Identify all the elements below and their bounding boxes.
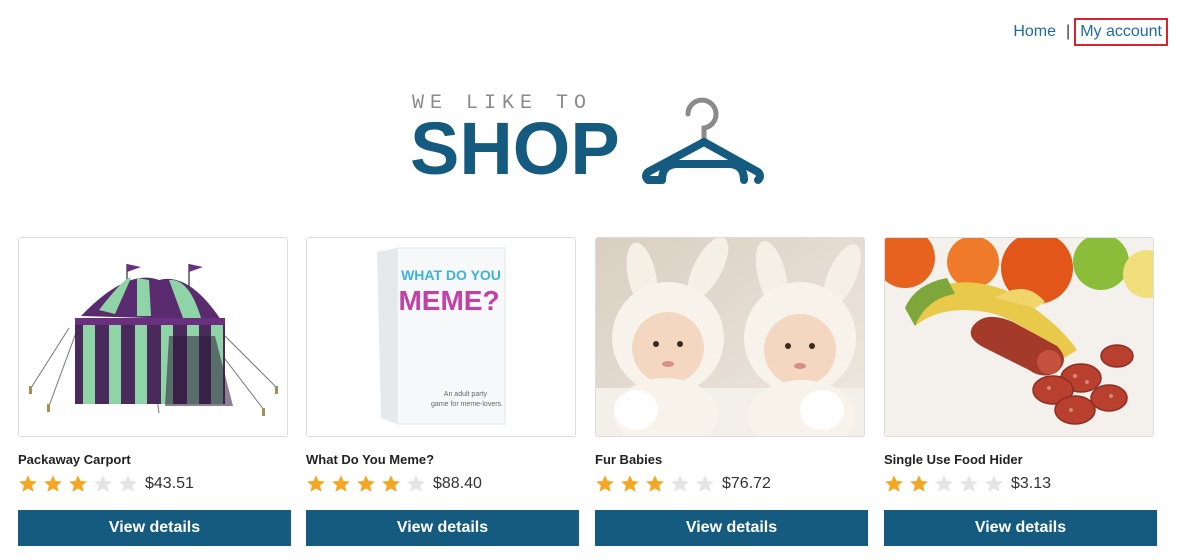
nav-separator: | [1066,23,1071,40]
product-image[interactable] [595,237,865,437]
star-rating: $88.40 [306,473,482,495]
star-filled-icon [19,475,37,492]
product-name[interactable]: What Do You Meme? [306,452,434,467]
product-card: Packaway Carport $43.51 View details [18,237,292,547]
product-card: Single Use Food Hider $3.13 View details [884,237,1158,547]
product-price: $76.72 [722,475,771,492]
view-details-button[interactable]: View details [306,510,579,546]
star-filled-icon [621,475,639,492]
product-name[interactable]: Fur Babies [595,452,662,467]
box-subtitle-line2: game for meme-lovers. [431,401,503,408]
home-link[interactable]: Home [1013,23,1056,41]
star-rating: $76.72 [595,473,771,495]
star-filled-icon [382,475,400,492]
star-empty-icon [407,475,425,492]
star-empty-icon [119,475,137,492]
stars-container [595,474,720,494]
view-details-button[interactable]: View details [595,510,868,546]
star-empty-icon [985,475,1003,492]
box-subtitle-line1: An adult party [444,391,488,398]
view-details-button[interactable]: View details [884,510,1157,546]
star-empty-icon [960,475,978,492]
product-card: WHAT DO YOU MEME? An adult party game fo… [306,237,580,547]
box-title-line1: WHAT DO YOU [401,267,501,283]
product-image[interactable] [18,237,288,437]
product-name[interactable]: Single Use Food Hider [884,452,1023,467]
product-card: Fur Babies $76.72 View details [595,237,869,547]
star-empty-icon [696,475,714,492]
stars-container [18,474,143,494]
babies-bunny-costume-image [596,238,864,436]
meme-game-box-image: WHAT DO YOU MEME? An adult party game fo… [307,238,575,436]
star-filled-icon [307,475,325,492]
product-price: $43.51 [145,475,194,492]
stars-container [884,474,1009,494]
star-empty-icon [935,475,953,492]
top-nav: Home | My account [1013,18,1168,46]
stars-container [306,474,431,494]
banana-salami-image [885,238,1153,436]
star-empty-icon [671,475,689,492]
box-title-line2: MEME? [398,285,499,316]
logo-wordmark: SHOP [410,107,620,190]
view-details-button[interactable]: View details [18,510,291,546]
striped-tent-image [19,238,287,436]
hanger-icon [642,97,764,184]
product-price: $3.13 [1011,475,1052,492]
my-account-link[interactable]: My account [1074,18,1168,46]
product-grid: Packaway Carport $43.51 View details WHA… [18,237,1160,549]
star-rating: $43.51 [18,473,194,495]
star-filled-icon [44,475,62,492]
site-logo[interactable]: WE LIKE TO SHOP [410,86,770,190]
star-filled-icon [910,475,928,492]
star-filled-icon [357,475,375,492]
product-image[interactable]: WHAT DO YOU MEME? An adult party game fo… [306,237,576,437]
star-empty-icon [94,475,112,492]
star-filled-icon [69,475,87,492]
product-image[interactable] [884,237,1154,437]
star-filled-icon [885,475,903,492]
star-filled-icon [332,475,350,492]
star-filled-icon [596,475,614,492]
product-name[interactable]: Packaway Carport [18,452,131,467]
star-rating: $3.13 [884,473,1051,495]
product-price: $88.40 [433,475,482,492]
star-filled-icon [646,475,664,492]
